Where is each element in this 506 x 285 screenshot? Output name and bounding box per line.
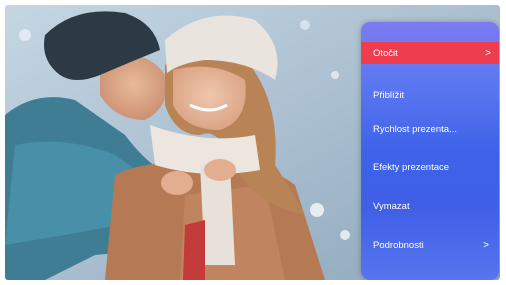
- context-menu: Otočit > Přiblížit Rychlost prezenta... …: [361, 22, 499, 280]
- menu-item-label: Rychlost prezenta...: [373, 123, 457, 135]
- menu-item-slideshow-speed[interactable]: Rychlost prezenta...: [367, 118, 497, 140]
- menu-item-label: Vymazat: [373, 200, 410, 212]
- menu-item-details[interactable]: Podrobnosti >: [367, 234, 497, 256]
- chevron-right-icon: >: [485, 47, 491, 59]
- chevron-right-icon: >: [483, 239, 489, 251]
- menu-item-zoom[interactable]: Přiblížit: [367, 84, 497, 106]
- menu-item-slideshow-effects[interactable]: Efekty prezentace: [367, 156, 497, 178]
- menu-item-rotate[interactable]: Otočit >: [361, 42, 499, 64]
- menu-item-delete[interactable]: Vymazat: [367, 195, 497, 217]
- slideshow-viewer: Otočit > Přiblížit Rychlost prezenta... …: [5, 5, 500, 280]
- menu-item-label: Podrobnosti: [373, 239, 424, 251]
- menu-item-label: Efekty prezentace: [373, 161, 450, 173]
- menu-item-label: Otočit: [373, 47, 398, 59]
- menu-item-label: Přiblížit: [373, 89, 405, 101]
